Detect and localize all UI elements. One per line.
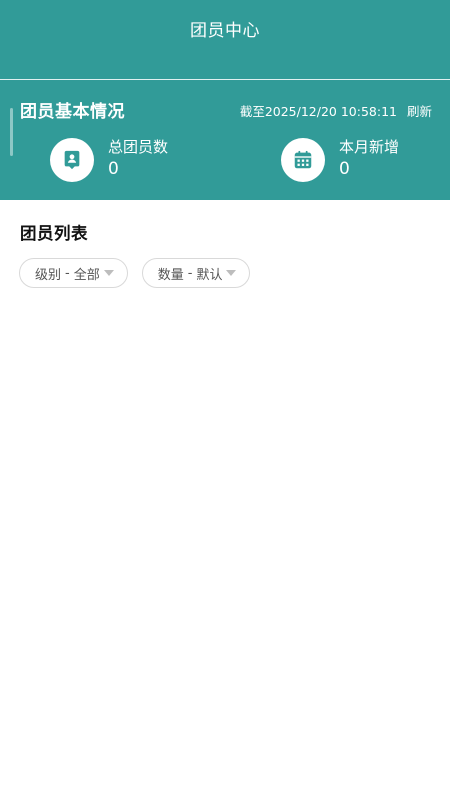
filter-label: 级别 [35, 267, 62, 283]
filter-label: 数量 [157, 267, 184, 283]
stat-total-members: 总团员数 0 [50, 137, 168, 182]
stat-value: 0 [339, 159, 350, 179]
refresh-button[interactable]: 刷新 [407, 101, 432, 120]
calendar-icon [281, 138, 325, 182]
filter-bar: 级别 - 全部 数量 - 默认 [19, 258, 251, 288]
filter-value: 全部 [73, 267, 100, 283]
stat-label: 总团员数 [108, 138, 169, 156]
filter-value: 默认 [196, 267, 223, 283]
caret-down-icon [226, 270, 237, 276]
filter-level[interactable]: 级别 - 全部 [19, 258, 128, 288]
summary-title: 团员基本情况 [20, 102, 125, 122]
stat-label: 本月新增 [339, 138, 400, 156]
stat-new-this-month: 本月新增 0 [281, 137, 399, 182]
member-badge-icon [50, 138, 94, 182]
summary-timestamp: 截至2025/12/20 10:58:11 [239, 104, 397, 119]
stat-value: 0 [108, 159, 119, 179]
caret-down-icon [103, 270, 114, 276]
filter-quantity[interactable]: 数量 - 默认 [141, 258, 251, 288]
side-drag-handle[interactable] [10, 108, 13, 156]
page-title: 团员中心 [190, 21, 260, 41]
list-title: 团员列表 [20, 224, 88, 243]
summary-meta: 截至2025/12/20 10:58:11 刷新 [240, 101, 432, 120]
